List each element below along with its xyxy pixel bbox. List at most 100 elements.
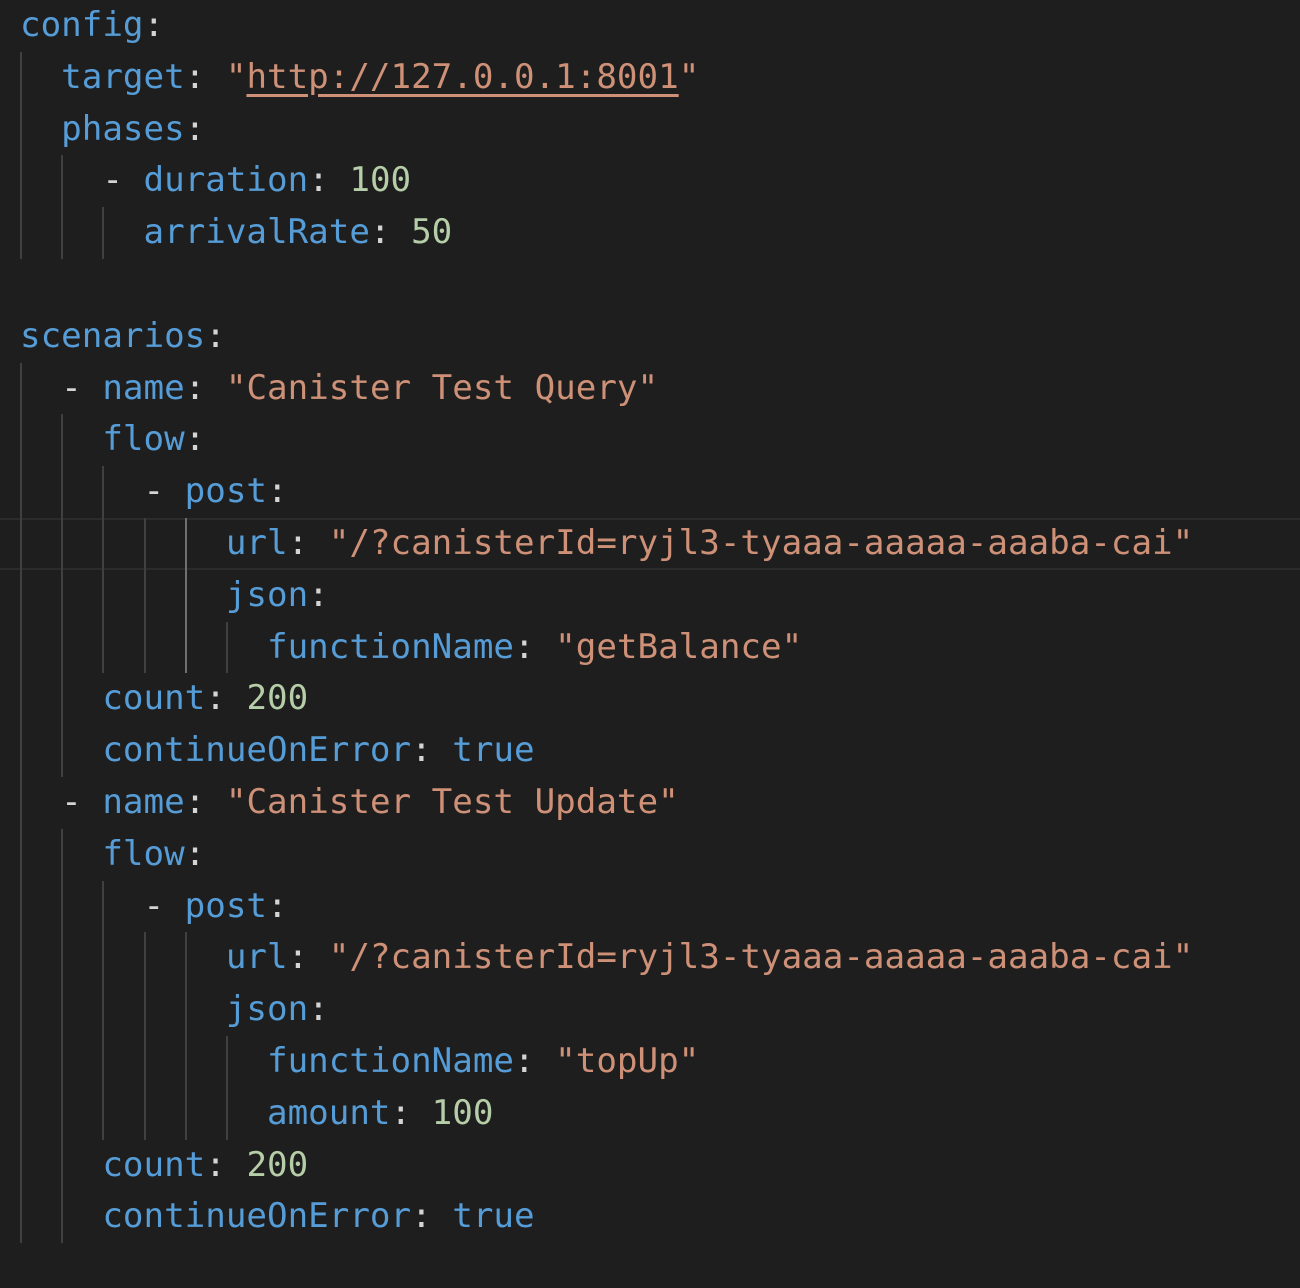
yaml-number: 200 <box>246 678 309 719</box>
yaml-colon: : <box>184 367 226 408</box>
yaml-dash: - <box>61 781 103 822</box>
yaml-boolean: true <box>452 1196 535 1237</box>
yaml-key: continueOnError <box>102 1196 412 1237</box>
yaml-number: 100 <box>349 160 412 201</box>
yaml-colon: : <box>143 5 165 45</box>
code-line[interactable]: - post: <box>20 466 1300 518</box>
yaml-colon: : <box>411 1196 453 1237</box>
code-line[interactable]: flow: <box>20 414 1300 467</box>
yaml-string: "/?canisterId=ryjl3-tyaaa-aaaaa-aaaba-ca… <box>328 522 1194 563</box>
yaml-key: amount <box>267 1092 391 1133</box>
code-line[interactable]: - post: <box>20 880 1300 933</box>
yaml-key: config <box>20 5 144 45</box>
yaml-key: json <box>225 989 309 1030</box>
code-line[interactable]: flow: <box>20 828 1300 881</box>
code-line[interactable] <box>20 259 1300 311</box>
yaml-colon: : <box>308 574 329 615</box>
yaml-key: count <box>102 1144 206 1185</box>
yaml-string: "topUp" <box>555 1040 700 1081</box>
yaml-colon: : <box>267 885 288 926</box>
yaml-number: 50 <box>411 212 453 253</box>
code-line[interactable]: continueOnError: true <box>20 1191 1300 1244</box>
yaml-key: count <box>102 678 206 719</box>
yaml-key: target <box>61 56 185 97</box>
yaml-colon: : <box>205 315 226 356</box>
yaml-boolean: true <box>452 730 535 771</box>
yaml-colon: : <box>308 989 329 1030</box>
yaml-colon: : <box>184 781 226 822</box>
yaml-colon: : <box>205 1144 247 1185</box>
code-area[interactable]: config: target: "http://127.0.0.1:8001" … <box>0 0 1300 1244</box>
yaml-colon: : <box>287 522 329 563</box>
yaml-key: url <box>225 522 288 563</box>
yaml-colon: : <box>308 160 350 201</box>
yaml-key: duration <box>143 160 309 201</box>
yaml-colon: : <box>514 626 556 667</box>
yaml-key: name <box>102 781 185 822</box>
yaml-string: "Canister Test Update" <box>225 781 679 822</box>
yaml-key: post <box>184 885 268 926</box>
code-line[interactable]: amount: 100 <box>20 1087 1300 1140</box>
yaml-string: "getBalance" <box>555 626 803 667</box>
yaml-string: " <box>225 56 247 97</box>
yaml-key: flow <box>102 833 185 874</box>
yaml-colon: : <box>184 108 206 149</box>
code-editor[interactable]: config: target: "http://127.0.0.1:8001" … <box>0 0 1300 1288</box>
yaml-key: functionName <box>267 1040 514 1081</box>
yaml-colon: : <box>514 1040 556 1081</box>
yaml-string: "Canister Test Query" <box>225 367 659 408</box>
yaml-string: " <box>678 56 700 97</box>
yaml-colon: : <box>411 730 453 771</box>
code-line[interactable]: config: <box>20 0 1300 52</box>
code-line[interactable]: arrivalRate: 50 <box>20 207 1300 259</box>
yaml-key: url <box>225 937 288 978</box>
code-line[interactable]: functionName: "getBalance" <box>20 621 1300 674</box>
yaml-colon: : <box>390 1092 432 1133</box>
code-line[interactable]: continueOnError: true <box>20 725 1300 777</box>
code-line[interactable]: target: "http://127.0.0.1:8001" <box>20 51 1300 104</box>
code-line[interactable]: json: <box>20 569 1300 622</box>
yaml-key: functionName <box>267 626 514 667</box>
yaml-key: continueOnError <box>102 730 412 771</box>
code-line[interactable]: url: "/?canisterId=ryjl3-tyaaa-aaaaa-aaa… <box>20 932 1300 985</box>
code-line[interactable]: - name: "Canister Test Update" <box>20 776 1300 829</box>
code-line[interactable]: count: 200 <box>20 1139 1300 1192</box>
code-line[interactable]: phases: <box>20 103 1300 156</box>
yaml-colon: : <box>205 678 247 719</box>
yaml-number: 200 <box>246 1144 309 1185</box>
url-link[interactable]: http://127.0.0.1:8001 <box>246 57 678 97</box>
yaml-colon: : <box>184 419 206 460</box>
code-line[interactable]: functionName: "topUp" <box>20 1035 1300 1088</box>
code-line[interactable]: scenarios: <box>20 311 1300 363</box>
yaml-key: json <box>225 574 309 615</box>
yaml-key: post <box>184 471 268 512</box>
yaml-key: scenarios <box>20 315 206 356</box>
yaml-dash: - <box>61 367 103 408</box>
yaml-dash: - <box>102 160 144 201</box>
code-line[interactable]: - name: "Canister Test Query" <box>20 362 1300 415</box>
yaml-colon: : <box>267 471 288 512</box>
yaml-key: name <box>102 367 185 408</box>
yaml-key: arrivalRate <box>143 212 370 253</box>
yaml-colon: : <box>184 833 206 874</box>
yaml-number: 100 <box>431 1092 494 1133</box>
code-line[interactable]: - duration: 100 <box>20 155 1300 208</box>
yaml-colon: : <box>369 212 412 253</box>
code-line[interactable]: json: <box>20 984 1300 1036</box>
code-line[interactable]: count: 200 <box>20 673 1300 726</box>
code-line[interactable]: url: "/?canisterId=ryjl3-tyaaa-aaaaa-aaa… <box>0 517 1300 570</box>
yaml-colon: : <box>184 56 226 97</box>
